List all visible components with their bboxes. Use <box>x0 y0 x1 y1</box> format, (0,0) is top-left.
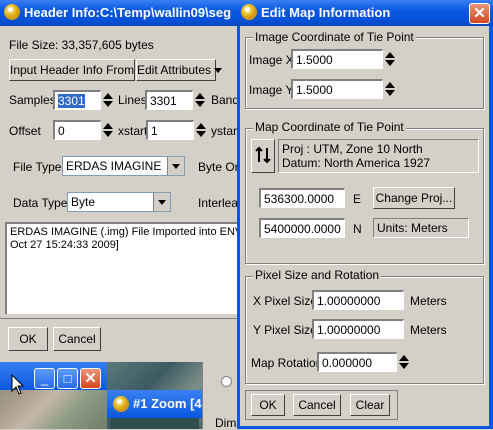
header-info-window: Header Info:C:\Temp\wallin09\seg File Si… <box>0 0 245 362</box>
map-rotation-spinner[interactable] <box>397 352 411 372</box>
edit-attributes-label: Edit Attributes <box>137 63 212 77</box>
description-line-1: ERDAS IMAGINE (.img) File Imported into … <box>10 226 241 238</box>
dialog-body: Image Coordinate of Tie Point Image X 1.… <box>240 26 489 426</box>
pixel-size-group-label: Pixel Size and Rotation <box>253 268 382 282</box>
zoom-titlebar[interactable]: #1 Zoom [4 <box>107 390 202 418</box>
image-coord-group-label: Image Coordinate of Tie Point <box>253 30 416 44</box>
minimize-icon[interactable]: _ <box>34 368 55 389</box>
radio-button[interactable] <box>221 376 232 387</box>
edit-map-info-title: Edit Map Information <box>261 5 391 20</box>
map-cancel-button[interactable]: Cancel <box>293 394 341 416</box>
image-display-window[interactable]: _ □ ✕ <box>0 362 107 429</box>
offset-label: Offset <box>9 124 41 138</box>
image-x-spinner[interactable] <box>383 49 397 69</box>
data-type-label: Data Type <box>13 196 68 210</box>
input-header-info-label: Input Header Info From <box>10 63 135 77</box>
data-type-dropdown[interactable]: Byte <box>67 192 171 212</box>
offset-field[interactable]: 0 <box>53 120 101 140</box>
projection-line-2: Datum: North America 1927 <box>282 156 431 170</box>
image-y-spinner[interactable] <box>383 79 397 99</box>
zoom-title: #1 Zoom [4 <box>133 396 202 411</box>
x-pixel-size-label: X Pixel Size <box>253 294 318 308</box>
edit-map-info-dialog: Edit Map Information ✕ Image Coordinate … <box>237 0 493 429</box>
easting-field[interactable]: 536300.0000 <box>259 188 345 208</box>
y-pixel-size-field[interactable]: 1.00000000 <box>312 319 404 339</box>
ystart-label: ystart <box>211 124 241 138</box>
envi-globe-icon <box>241 4 257 20</box>
close-icon[interactable]: ✕ <box>80 368 101 389</box>
description-textarea[interactable]: ERDAS IMAGINE (.img) File Imported into … <box>5 222 241 314</box>
image-y-field[interactable]: 1.5000 <box>291 79 383 99</box>
projection-info-box: Proj : UTM, Zone 10 North Datum: North A… <box>278 139 479 173</box>
file-type-dropdown[interactable]: ERDAS IMAGINE <box>62 156 185 176</box>
x-pixel-size-field[interactable]: 1.00000000 <box>312 290 404 310</box>
lines-spinner[interactable] <box>193 90 207 110</box>
samples-spinner[interactable] <box>101 90 115 110</box>
bands-label: Band <box>211 93 240 107</box>
units-display: Units: Meters <box>373 218 469 238</box>
lines-field[interactable]: 3301 <box>145 90 193 110</box>
edit-map-info-titlebar[interactable]: Edit Map Information <box>237 0 493 26</box>
file-size-text: File Size: 33,357,605 bytes <box>9 38 154 52</box>
y-pixel-size-label: Y Pixel Size <box>253 323 317 337</box>
close-icon[interactable]: ✕ <box>469 3 490 24</box>
samples-label: Samples <box>9 93 56 107</box>
envi-globe-icon <box>4 4 20 20</box>
northing-field[interactable]: 5400000.0000 <box>259 218 345 238</box>
map-ok-button[interactable]: OK <box>251 394 285 416</box>
header-cancel-button[interactable]: Cancel <box>53 327 101 351</box>
xstart-label: xstart <box>118 124 148 138</box>
image-y-label: Image Y <box>249 83 294 97</box>
file-type-label: File Type <box>13 160 62 174</box>
file-type-value: ERDAS IMAGINE <box>66 159 162 173</box>
samples-field[interactable]: 3301 <box>53 90 101 110</box>
map-rotation-field[interactable]: 0.000000 <box>317 352 397 372</box>
image-x-label: Image X <box>249 53 294 67</box>
swap-arrows-icon <box>255 146 271 164</box>
dims-panel: Dims <box>202 362 242 430</box>
mouse-cursor-icon <box>11 374 25 395</box>
envi-globe-icon <box>113 396 129 412</box>
samples-value: 3301 <box>58 94 85 108</box>
input-header-info-button[interactable]: Input Header Info From <box>9 59 135 81</box>
zoom-window[interactable]: #1 Zoom [4 <box>107 362 202 429</box>
image-x-field[interactable]: 1.5000 <box>291 49 383 69</box>
edit-attributes-button[interactable]: Edit Attributes <box>136 59 216 81</box>
zoom-image <box>110 418 199 429</box>
description-line-2: Oct 27 15:24:33 2009] <box>10 239 119 251</box>
header-info-titlebar[interactable]: Header Info:C:\Temp\wallin09\seg <box>0 0 240 26</box>
x-pixel-unit-label: Meters <box>410 294 447 308</box>
chevron-down-icon <box>167 157 184 175</box>
maximize-icon[interactable]: □ <box>57 368 78 389</box>
divider <box>0 318 240 319</box>
change-proj-button[interactable]: Change Proj... <box>373 187 455 209</box>
swap-projection-button[interactable] <box>251 139 275 173</box>
lines-label: Lines <box>118 93 147 107</box>
data-type-value: Byte <box>71 195 96 209</box>
xstart-spinner[interactable] <box>194 120 208 140</box>
xstart-field[interactable]: 1 <box>146 120 194 140</box>
projection-line-1: Proj : UTM, Zone 10 North <box>282 142 423 156</box>
y-pixel-unit-label: Meters <box>410 323 447 337</box>
offset-spinner[interactable] <box>101 120 115 140</box>
chevron-down-icon <box>153 193 170 211</box>
easting-unit-label: E <box>353 192 362 206</box>
map-clear-button[interactable]: Clear <box>350 394 390 416</box>
northing-unit-label: N <box>353 222 362 236</box>
map-coord-group-label: Map Coordinate of Tie Point <box>253 120 406 134</box>
map-rotation-label: Map Rotation <box>251 356 323 370</box>
header-ok-button[interactable]: OK <box>8 327 48 351</box>
header-info-title: Header Info:C:\Temp\wallin09\seg <box>24 5 232 20</box>
